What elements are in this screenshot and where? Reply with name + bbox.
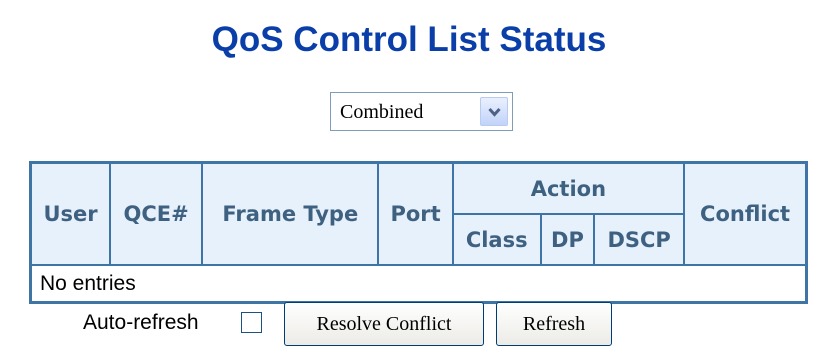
chevron-down-icon [488,107,501,117]
status-type-select[interactable]: Combined [330,92,513,131]
refresh-button[interactable]: Refresh [496,302,612,346]
col-dscp: DSCP [593,213,686,266]
col-dp: DP [539,213,596,266]
select-value: Combined [340,101,424,123]
dropdown-button[interactable] [480,97,508,126]
col-conflict: Conflict [683,161,808,266]
empty-message: No entries [30,265,807,303]
col-frame-type: Frame Type [201,161,380,266]
col-qce: QCE# [109,161,204,266]
col-port: Port [377,161,454,266]
auto-refresh-checkbox[interactable] [241,312,262,333]
auto-refresh-label: Auto-refresh [83,311,199,334]
header-row: User QCE# Frame Type Port Action Conflic… [29,161,808,266]
col-action: Action [451,161,686,215]
col-class: Class [451,213,542,266]
table-row: No entries [30,265,807,303]
resolve-conflict-button[interactable]: Resolve Conflict [284,302,484,346]
page-title: QoS Control List Status [211,20,607,59]
qce-status-table: User QCE# Frame Type Port Action Conflic… [29,161,808,304]
col-user: User [29,161,112,266]
